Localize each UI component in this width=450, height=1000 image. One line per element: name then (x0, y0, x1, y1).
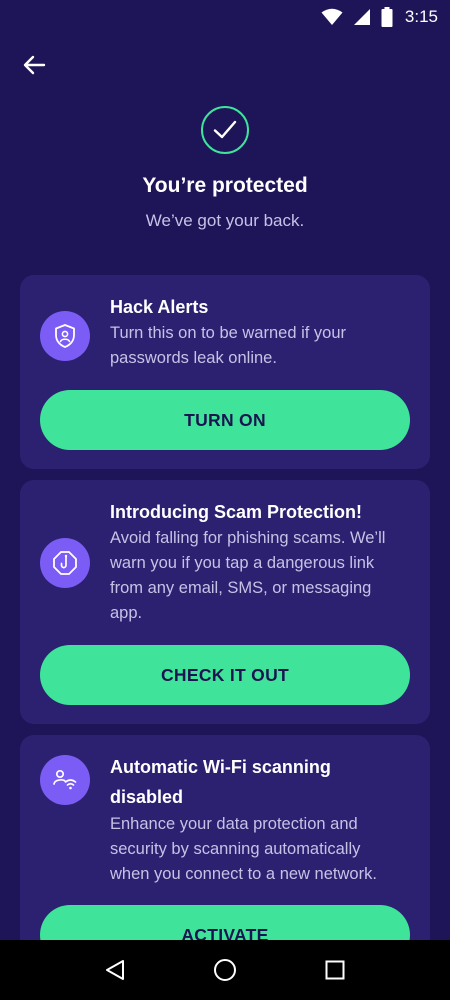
nav-home-button[interactable] (205, 950, 245, 990)
status-time: 3:15 (404, 7, 438, 26)
wifi-scanning-title: Automatic Wi-Fi scanning disabled (110, 757, 331, 807)
hack-alerts-description: Turn this on to be warned if your passwo… (110, 324, 347, 367)
wifi-user-icon (40, 755, 90, 805)
nav-back-button[interactable] (95, 950, 135, 990)
screen: 3:15 You’re protected We’ve got your bac… (0, 0, 450, 1000)
recents-square-icon (325, 960, 345, 980)
hack-alerts-card: Hack Alerts Turn this on to be warned if… (20, 275, 430, 469)
scam-protection-description: Avoid falling for phishing scams. We’ll … (110, 529, 386, 622)
wifi-scanning-description: Enhance your data protection and securit… (110, 815, 377, 883)
page-subtitle: We’ve got your back. (145, 211, 305, 230)
back-triangle-icon (106, 960, 124, 980)
shield-user-icon (40, 311, 90, 361)
wifi-icon (321, 8, 343, 25)
system-nav-bar (0, 940, 450, 1000)
arrow-left-icon (23, 55, 46, 75)
home-circle-icon (214, 959, 236, 981)
status-bar: 3:15 (0, 0, 450, 34)
battery-icon (381, 7, 393, 27)
check-circle-icon (201, 106, 249, 154)
page-title: You’re protected (142, 174, 308, 197)
back-button[interactable] (20, 50, 50, 80)
scam-protection-card: Introducing Scam Protection! Avoid falli… (20, 480, 430, 724)
hook-octagon-icon (40, 538, 90, 588)
nav-recents-button[interactable] (315, 950, 355, 990)
scam-protection-title: Introducing Scam Protection! (110, 502, 363, 522)
cell-signal-icon (353, 9, 370, 25)
check-it-out-button[interactable]: CHECK IT OUT (40, 645, 410, 705)
turn-on-button[interactable]: TURN ON (40, 390, 410, 450)
hack-alerts-title: Hack Alerts (110, 297, 209, 317)
